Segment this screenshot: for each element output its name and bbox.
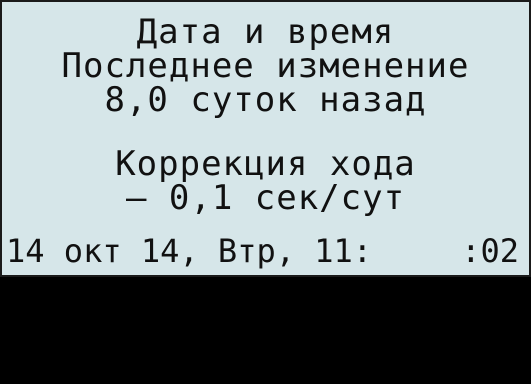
screen-title: Дата и время (136, 12, 395, 52)
lcd-screen: Дата и время Последнее изменение 8,0 сут… (0, 0, 531, 277)
correction-value: – 0,1 сек/сут (125, 178, 406, 218)
last-change-label: Последнее изменение (61, 46, 470, 86)
last-change-value: 8,0 суток назад (104, 80, 427, 120)
status-bar: 14 окт 14, Втр, 11: :02 (6, 232, 519, 270)
status-date-time: 14 окт 14, Втр, 11: (6, 232, 373, 270)
correction-label: Коррекция хода (115, 144, 416, 184)
status-seconds: :02 (461, 232, 519, 270)
